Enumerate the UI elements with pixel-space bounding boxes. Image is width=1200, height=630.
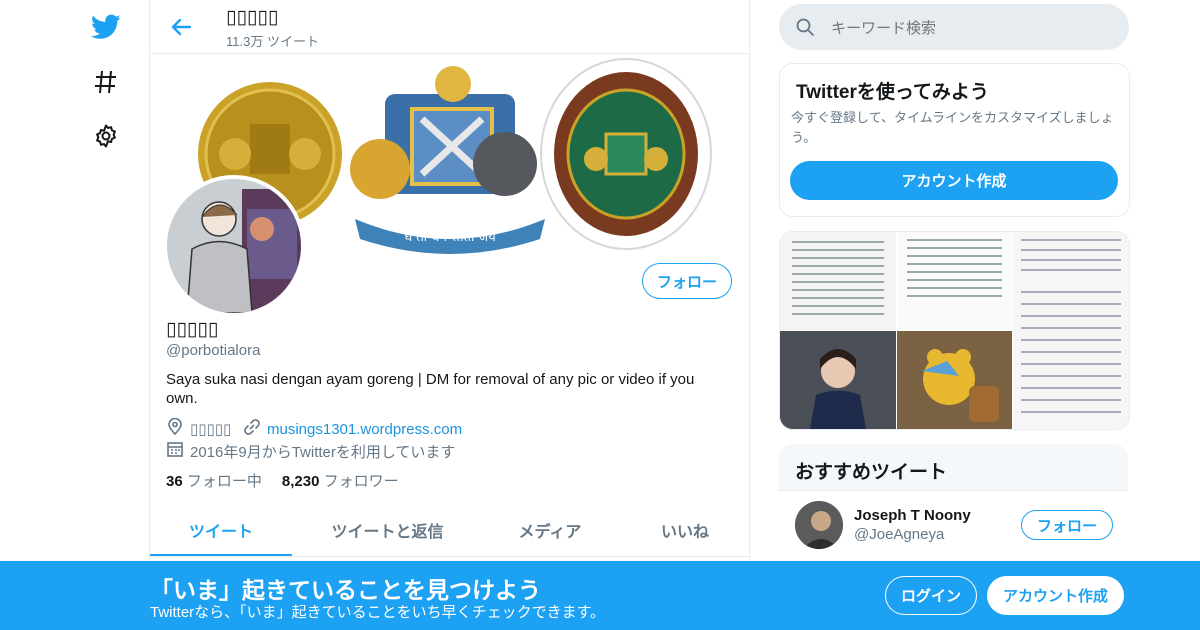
- profile-name: ▯▯▯▯▯: [166, 319, 219, 340]
- signup-button[interactable]: アカウント作成: [987, 576, 1124, 615]
- gear-icon[interactable]: [88, 118, 124, 154]
- profile-website: musings1301.wordpress.com: [243, 418, 462, 440]
- search-box: [779, 4, 1129, 52]
- profile-location: ▯▯▯▯▯: [166, 417, 232, 440]
- signup-card: Twitterを使ってみよう 今すぐ登録して、タイムラインをカスタマイズしましょ…: [779, 63, 1130, 217]
- profile-column: ▯▯▯▯▯ 11.3万 ツイート ध तो धर्म स्ततो जय フォロー…: [149, 0, 750, 630]
- recommended-title: おすすめツイート: [795, 462, 948, 483]
- follow-button[interactable]: フォロー: [642, 263, 732, 299]
- login-button[interactable]: ログイン: [885, 576, 977, 615]
- followers-stat[interactable]: 8,230 フォロワー: [282, 470, 399, 491]
- media-preview-card: [779, 231, 1130, 430]
- tab-tweets[interactable]: ツイート: [150, 506, 292, 556]
- tab-tweets-replies[interactable]: ツイートと返信: [310, 506, 465, 554]
- recommended-tweets-card: おすすめツイート Joseph T Noony @JoeAgneya フォロー: [779, 444, 1128, 564]
- recommended-handle: @JoeAgneya: [854, 526, 945, 543]
- profile-header: ▯▯▯▯▯ 11.3万 ツイート: [150, 0, 749, 54]
- search-icon: [795, 17, 815, 42]
- header-name: ▯▯▯▯▯: [226, 7, 279, 28]
- following-label: フォロー中: [186, 473, 262, 490]
- media-thumb-3[interactable]: [1013, 232, 1129, 429]
- recommended-name[interactable]: Joseph T Noony: [854, 507, 971, 524]
- tab-media[interactable]: メディア: [495, 506, 605, 554]
- recommended-user-row[interactable]: Joseph T Noony @JoeAgneya フォロー: [779, 490, 1128, 564]
- profile-joined: 2016年9月からTwitterを利用しています: [166, 440, 455, 462]
- signup-card-title: Twitterを使ってみよう: [796, 82, 989, 103]
- followers-count: 8,230: [281, 473, 320, 490]
- recommended-follow-button[interactable]: フォロー: [1021, 510, 1113, 540]
- following-stat[interactable]: 36 フォロー中: [166, 470, 262, 491]
- header-tweet-count: 11.3万 ツイート: [226, 34, 319, 49]
- search-input[interactable]: [829, 4, 1113, 52]
- tab-likes[interactable]: いいね: [630, 506, 740, 554]
- profile-bio: Saya suka nasi dengan ayam goreng | DM f…: [166, 371, 695, 407]
- location-text: ▯▯▯▯▯: [190, 421, 232, 438]
- hashtag-icon[interactable]: [88, 64, 124, 100]
- media-thumb-2[interactable]: [897, 232, 1012, 330]
- twitter-bird-icon[interactable]: [88, 9, 124, 45]
- profile-avatar[interactable]: [163, 175, 305, 317]
- banner-motto: ध तो धर्म स्ततो जय: [404, 229, 496, 245]
- joined-text: 2016年9月からTwitterを利用しています: [190, 443, 456, 461]
- website-link[interactable]: musings1301.wordpress.com: [267, 421, 462, 438]
- back-arrow-icon[interactable]: [168, 14, 194, 40]
- signup-banner-title: 「いま」起きていることを見つけよう: [150, 577, 541, 603]
- media-grid: [780, 232, 1129, 429]
- followers-label: フォロワー: [323, 473, 399, 490]
- media-thumb-1[interactable]: [780, 232, 896, 330]
- media-thumb-5[interactable]: [897, 331, 1012, 429]
- signup-banner-subtitle: Twitterなら、「いま」起きていることをいち早くチェックできます。: [150, 604, 606, 621]
- signup-banner: 「いま」起きていることを見つけよう Twitterなら、「いま」起きていることを…: [0, 561, 1200, 630]
- calendar-icon: [166, 440, 184, 462]
- following-count: 36: [166, 473, 183, 490]
- link-icon: [243, 418, 261, 440]
- profile-stats: 36 フォロー中 8,230 フォロワー: [166, 470, 399, 491]
- recommended-avatar[interactable]: [795, 501, 843, 549]
- create-account-button[interactable]: アカウント作成: [790, 161, 1118, 200]
- media-thumb-4[interactable]: [780, 331, 896, 429]
- signup-card-description: 今すぐ登録して、タイムラインをカスタマイズしましょう。: [791, 110, 1114, 145]
- profile-handle: @porbotialora: [166, 342, 261, 359]
- profile-tabs: ツイート ツイートと返信 メディア いいね: [150, 506, 749, 557]
- location-pin-icon: [166, 417, 184, 440]
- left-nav: [0, 0, 150, 630]
